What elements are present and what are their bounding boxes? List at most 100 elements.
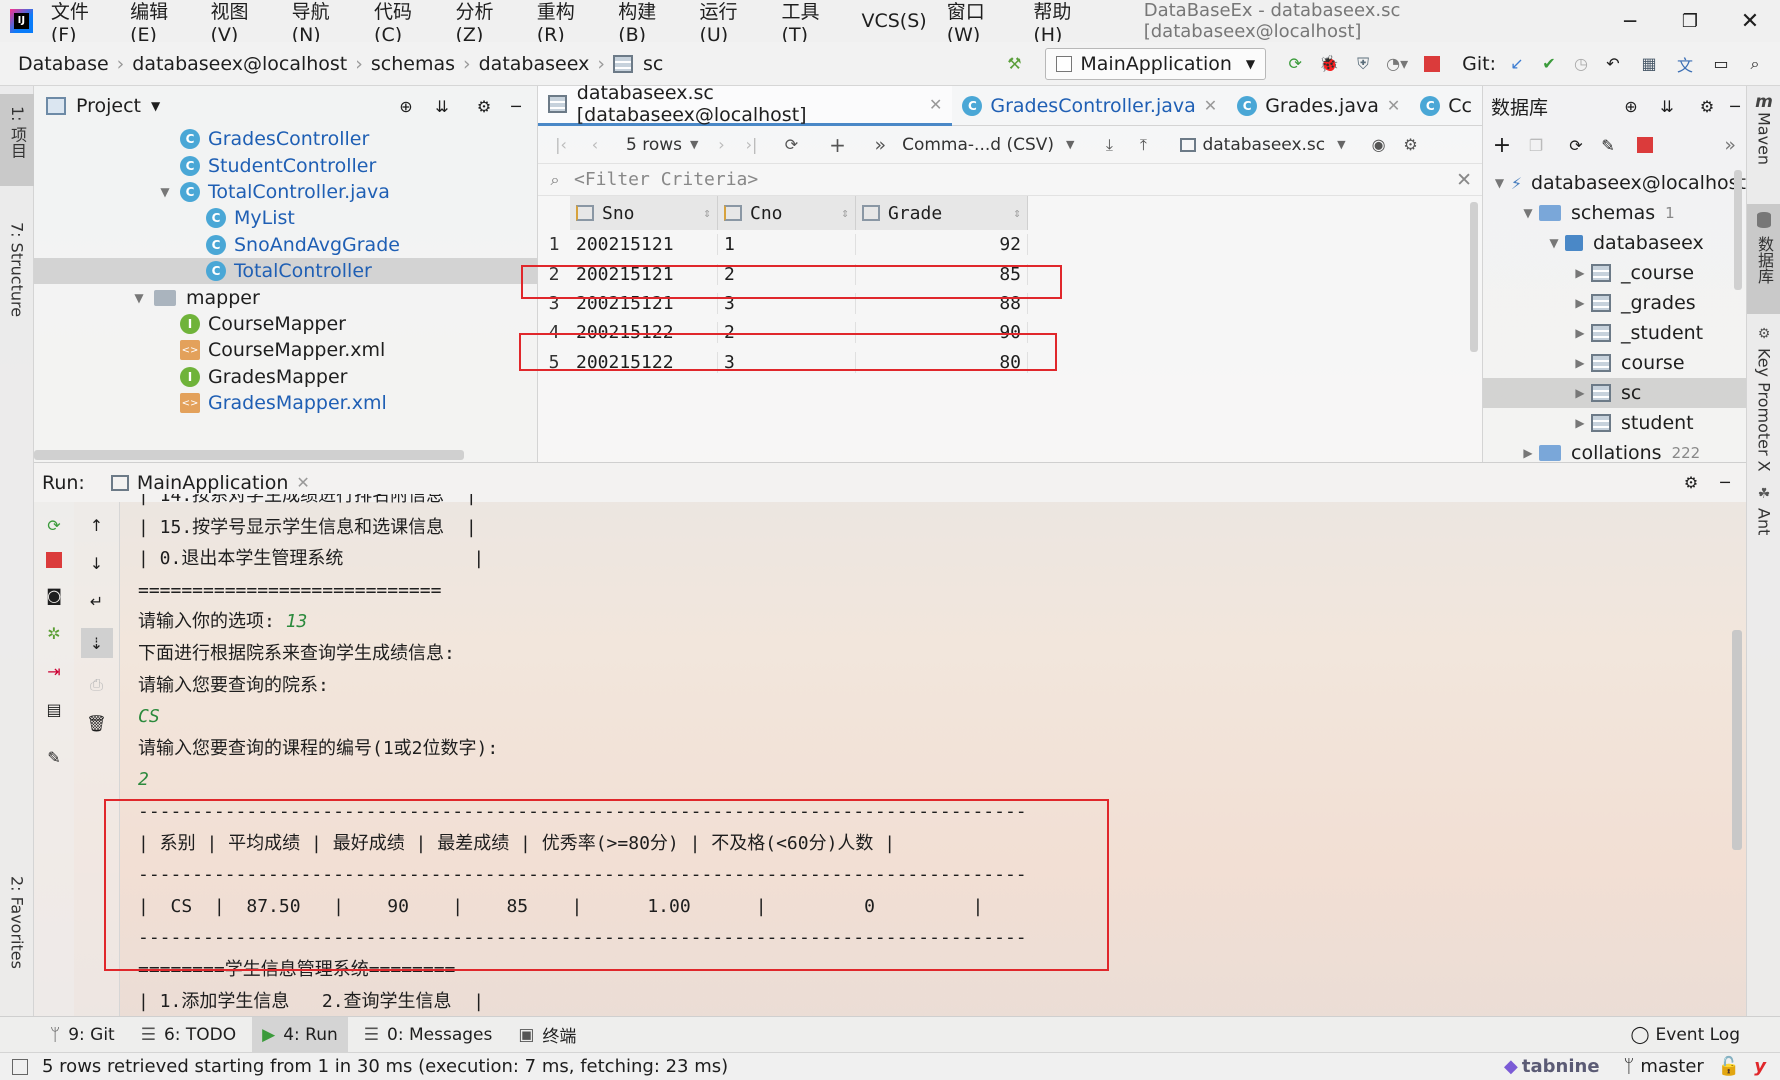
project-tree-item[interactable]: C TotalController [34,257,537,285]
close-tab-icon[interactable]: ✕ [1204,96,1217,115]
favorites-tool-tab[interactable]: 2: Favorites [0,876,34,1016]
close-tab-icon[interactable]: ✕ [929,95,942,114]
bottom-tab[interactable]: ☰ 0: Messages [354,1017,503,1053]
build-hammer-icon[interactable]: ⚒ [1003,53,1025,75]
project-tree-item[interactable]: C SnoAndAvgGrade [34,232,537,258]
debug-icon[interactable]: ✲ [43,622,65,644]
collapse-arrow-icon[interactable]: ▼ [1517,206,1539,220]
editor-tab[interactable]: C Grades.java ✕ [1227,86,1410,126]
close-tab-icon[interactable]: ✕ [296,473,309,492]
menu-item[interactable]: 重构(R) [537,0,598,46]
menu-item[interactable]: 运行(U) [699,0,761,46]
menu-item[interactable]: 编辑(E) [130,0,190,46]
scroll-down-icon[interactable]: ↓ [86,552,108,574]
maven-tool-tab[interactable]: m Maven [1747,92,1780,192]
properties-icon[interactable]: ✎ [1597,134,1619,156]
rerun-icon[interactable]: ⟳ [43,514,65,536]
breadcrumb-item[interactable]: Database [18,53,109,75]
close-tab-icon[interactable]: ✕ [1387,96,1400,115]
key-promoter-tool-tab[interactable]: ⚙ Key Promoter X [1747,326,1780,476]
project-tree-item[interactable]: ▼ C TotalController.java [34,179,537,205]
table-row[interactable]: 1 200215121 1 92 [538,230,1482,259]
more-icon[interactable]: » [874,134,886,156]
debug-icon[interactable]: 🐞 [1318,53,1340,75]
chevron-down-icon[interactable]: ▼ [690,138,698,151]
stop-icon[interactable] [1637,137,1653,153]
rows-count-select[interactable]: 5 rows [626,135,682,155]
database-tree-item[interactable]: ▼ ⚡ databaseex@localhost [1483,168,1746,198]
bottom-tab[interactable]: ᛘ 9: Git [40,1017,125,1053]
maximize-icon[interactable]: ❐ [1660,11,1720,32]
project-tree-item[interactable]: ▼ mapper [34,284,537,310]
trash-icon[interactable]: 🗑 [86,712,108,734]
expand-arrow-icon[interactable]: ▶ [1569,326,1591,340]
console-scrollbar[interactable] [1732,630,1742,850]
menu-item[interactable]: 构建(B) [618,0,679,46]
expand-arrow-icon[interactable]: ▶ [1517,446,1539,460]
hide-icon[interactable]: ─ [1714,472,1736,494]
print-icon[interactable]: ⎙ [86,674,108,696]
sort-icon[interactable]: ⇕ [833,206,849,221]
project-title[interactable]: Project [76,95,141,117]
collapse-all-icon[interactable]: ⇊ [431,95,453,117]
event-log-tab[interactable]: ◯ Event Log [1631,1025,1741,1045]
hide-icon[interactable]: ─ [505,95,527,117]
horizontal-scrollbar[interactable] [34,450,464,460]
run-tab[interactable]: MainApplication ✕ [110,472,310,494]
bottom-tab[interactable]: ▣ 终端 [508,1017,586,1053]
vertical-scrollbar[interactable] [1734,170,1742,290]
project-tree-item[interactable]: I GradesMapper [34,364,537,390]
profile-icon[interactable]: ◔▾ [1386,53,1408,75]
table-cell[interactable]: 1 [718,234,856,256]
database-tree-item[interactable]: ▶ sc [1483,378,1746,408]
vertical-scrollbar[interactable] [1470,202,1478,352]
expand-arrow-icon[interactable]: ▶ [1569,356,1591,370]
editor-tab[interactable]: C Cc [1410,86,1482,126]
first-page-icon[interactable]: |‹ [550,134,572,156]
scroll-up-icon[interactable]: ↑ [86,514,108,536]
gear-icon[interactable]: ⚙ [473,95,495,117]
menu-item[interactable]: 代码(C) [374,0,435,46]
pin-icon[interactable]: ✎ [43,746,65,768]
locate-icon[interactable]: ⊕ [1620,95,1642,117]
branch-label[interactable]: master [1640,1056,1703,1077]
menu-item[interactable]: 文件(F) [51,0,110,46]
breadcrumb-item[interactable]: schemas [371,53,455,75]
download-icon[interactable]: ⤓ [1098,134,1120,156]
rerun-icon[interactable]: ⟳ [1284,53,1306,75]
stop-icon[interactable] [46,552,62,568]
expand-arrow-icon[interactable]: ▶ [1569,386,1591,400]
filter-input[interactable]: <Filter Criteria> [574,169,758,190]
database-tree-item[interactable]: ▶ student [1483,408,1746,438]
translate-icon[interactable]: 文 [1674,53,1696,75]
ant-tool-tab[interactable]: ☘ Ant [1747,486,1780,566]
breadcrumb-item[interactable]: databaseex@localhost [132,53,347,75]
close-icon[interactable]: ✕ [1720,9,1780,34]
editor-tab[interactable]: databaseex.sc [databaseex@localhost] ✕ [538,82,953,126]
upload-icon[interactable]: ⤒ [1132,134,1154,156]
status-toggle-icon[interactable] [12,1058,28,1075]
project-tool-tab[interactable]: 1: 项目 [0,94,34,186]
camera-icon[interactable]: ◙ [43,584,65,606]
column-header[interactable]: Grade ⇕ [856,196,1028,230]
menu-item[interactable]: 视图(V) [210,0,271,46]
more-icon[interactable]: » [1724,134,1736,156]
sort-icon[interactable]: ⇕ [1005,206,1021,221]
locate-icon[interactable]: ⊕ [395,95,417,117]
last-page-icon[interactable]: ›| [740,134,762,156]
scroll-to-end-icon[interactable]: ⇣ [80,628,113,658]
chevron-down-icon[interactable]: ▼ [1066,138,1074,151]
expand-arrow-icon[interactable]: ▶ [1569,296,1591,310]
editor-tab[interactable]: C GradesController.java ✕ [952,86,1227,126]
breadcrumb-item[interactable]: databaseex [479,53,590,75]
expand-arrow-icon[interactable]: ▶ [1569,416,1591,430]
presentation-icon[interactable]: ▭ [1710,53,1732,75]
gear-icon[interactable]: ⚙ [1680,472,1702,494]
collapse-all-icon[interactable]: ⇊ [1656,95,1678,117]
project-tree-item[interactable]: C GradesController [34,126,537,152]
run-config-select[interactable]: MainApplication ▼ [1045,47,1267,80]
collapse-arrow-icon[interactable]: ▼ [1543,236,1565,250]
database-tree-item[interactable]: ▶ _grades [1483,288,1746,318]
exit-icon[interactable]: ⇥ [43,660,65,682]
stop-icon[interactable] [1424,55,1441,72]
